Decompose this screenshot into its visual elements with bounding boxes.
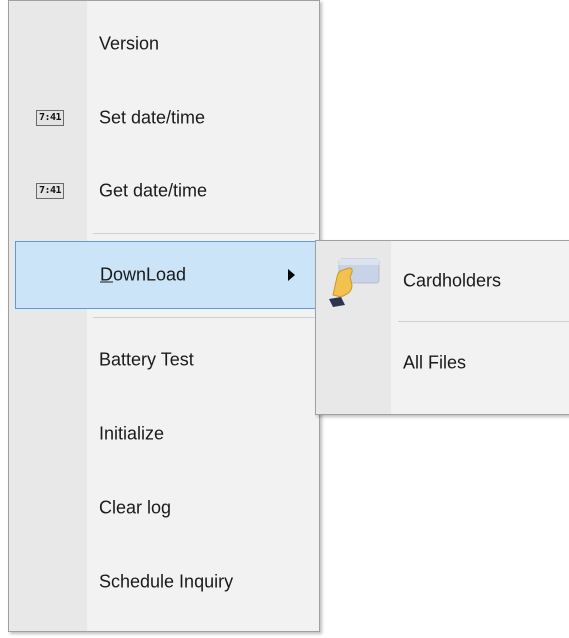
card-hand-icon (329, 258, 380, 307)
menu-item-label: All Files (403, 352, 467, 373)
menu-item-version[interactable]: Version (10, 9, 318, 79)
menu-item-label: Cardholders (403, 270, 502, 291)
chevron-right-icon (288, 269, 295, 281)
menu-item-get-date-time[interactable]: 7:41 Get date/time (10, 156, 318, 226)
menu-separator (93, 317, 315, 318)
label-rest: ownLoad (113, 264, 187, 285)
menu-item-label: Clear log (99, 497, 172, 518)
menu-item-download[interactable]: DownLoad (15, 241, 320, 309)
menu-item-label: Set date/time (99, 107, 206, 128)
menu-separator (93, 233, 315, 234)
menu-separator (398, 321, 569, 322)
menu-item-schedule-inquiry[interactable]: Schedule Inquiry (10, 547, 318, 617)
menu-item-label: Version (99, 33, 160, 54)
context-menu: Version 7:41 Set date/time 7:41 Get date… (8, 0, 320, 632)
clock-icon: 7:41 (36, 110, 64, 126)
menu-item-clear-log[interactable]: Clear log (10, 473, 318, 543)
menu-item-label: DownLoad (100, 265, 186, 286)
submenu-item-all-files[interactable]: All Files (317, 323, 569, 403)
menu-item-initialize[interactable]: Initialize (10, 399, 318, 469)
menu-item-label: Schedule Inquiry (99, 571, 234, 592)
menu-item-label: Get date/time (99, 180, 208, 201)
clock-icon: 7:41 (36, 183, 64, 199)
submenu-item-cardholders[interactable]: Cardholders (317, 241, 569, 321)
menu-item-battery-test[interactable]: Battery Test (10, 325, 318, 395)
menu-item-set-date-time[interactable]: 7:41 Set date/time (10, 83, 318, 153)
menu-item-label: Battery Test (99, 349, 194, 370)
download-submenu: Cardholders All Files (315, 240, 569, 415)
accelerator-key: D (100, 264, 113, 285)
menu-item-label: Initialize (99, 423, 165, 444)
